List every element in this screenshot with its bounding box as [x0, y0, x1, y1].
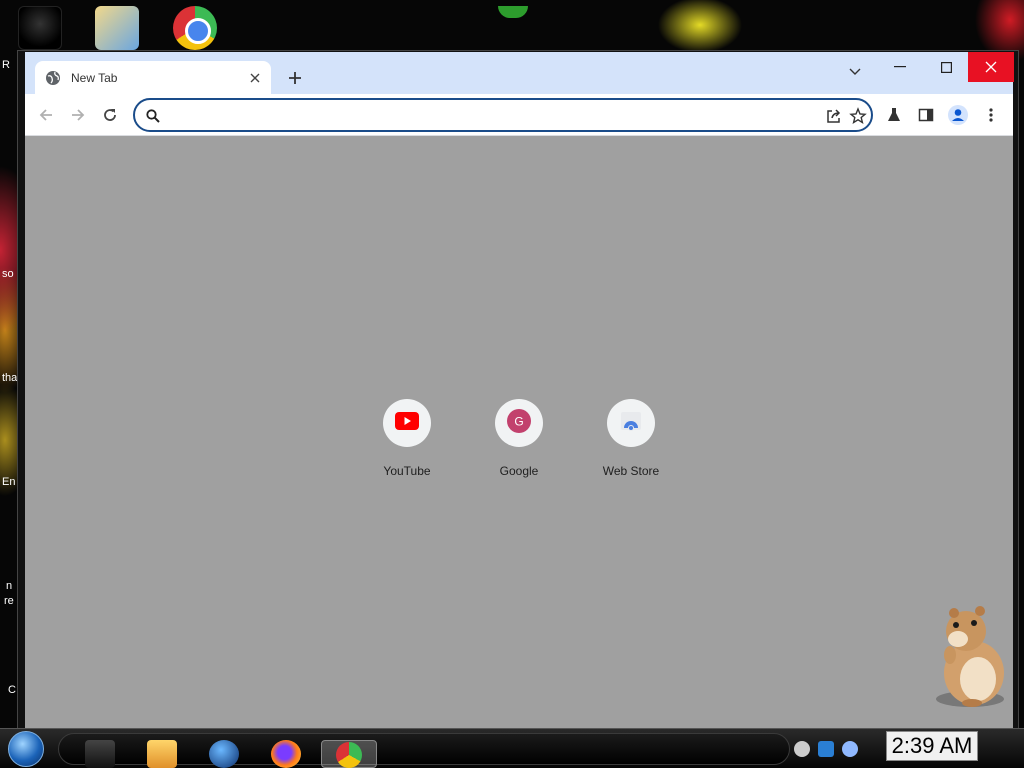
- youtube-icon: [395, 411, 419, 435]
- tab-new-tab[interactable]: New Tab: [35, 61, 271, 95]
- tray-speaker-icon[interactable]: [794, 741, 810, 757]
- tray-app-icon[interactable]: [842, 741, 858, 757]
- chrome-taskbar-icon-active[interactable]: [321, 740, 377, 768]
- new-tab-page: YouTube G Google Web Store: [25, 136, 1013, 730]
- reload-icon[interactable]: [99, 104, 121, 126]
- google-g-icon: G: [507, 408, 531, 438]
- share-icon[interactable]: [825, 107, 843, 125]
- explorer-taskbar-icon[interactable]: [85, 740, 115, 768]
- shortcut-label: YouTube: [383, 464, 431, 478]
- bookmark-star-icon[interactable]: [849, 107, 867, 125]
- desktop-text-fragment: R: [2, 59, 10, 71]
- desktop-text-fragment: En: [2, 476, 16, 488]
- browser-toolbar: [25, 94, 1013, 136]
- start-button[interactable]: [8, 731, 44, 767]
- globe-icon: [45, 70, 61, 86]
- minimize-button[interactable]: [877, 52, 923, 82]
- web-store-icon: [619, 409, 643, 438]
- new-tab-button[interactable]: [283, 66, 307, 90]
- desktop-text-fragment: n: [6, 580, 13, 592]
- top-hat-desktop-icon[interactable]: [18, 6, 62, 50]
- taskbar: 2:39 AM: [0, 728, 1024, 768]
- desktop-text-fragment: so: [2, 268, 14, 280]
- shortcut-tile: [607, 399, 655, 447]
- mail-desktop-icon[interactable]: [95, 6, 139, 50]
- chrome-icon: [336, 742, 362, 768]
- side-panel-icon[interactable]: [915, 104, 937, 126]
- shortcut-label: Google: [499, 464, 539, 478]
- address-bar[interactable]: [133, 98, 873, 132]
- shortcut-web-store[interactable]: Web Store: [575, 399, 687, 483]
- tab-title: New Tab: [71, 71, 118, 85]
- browser-titlebar[interactable]: New Tab: [25, 52, 1014, 95]
- tray-network-icon[interactable]: [818, 741, 834, 757]
- desktop-text-fragment: tha: [2, 372, 18, 384]
- menu-kebab-icon[interactable]: [980, 104, 1002, 126]
- hamster-desktop-pet[interactable]: [928, 603, 1008, 709]
- tab-close-icon[interactable]: [245, 68, 265, 88]
- desktop-text-fragment: re: [4, 595, 14, 607]
- wallpaper-ornament: [498, 6, 528, 18]
- firefox-taskbar-icon[interactable]: [271, 740, 301, 768]
- shortcut-tile: [383, 399, 431, 447]
- labs-flask-icon[interactable]: [883, 104, 905, 126]
- chrome-desktop-icon[interactable]: [173, 6, 217, 50]
- profile-avatar-icon[interactable]: [947, 104, 969, 126]
- shortcut-youtube[interactable]: YouTube: [351, 399, 463, 483]
- shortcut-google[interactable]: G Google: [463, 399, 575, 483]
- shortcut-tile: G: [495, 399, 543, 447]
- taskbar-clock[interactable]: 2:39 AM: [886, 731, 978, 761]
- forward-icon[interactable]: [67, 104, 89, 126]
- back-icon[interactable]: [35, 104, 57, 126]
- close-window-button[interactable]: [968, 52, 1014, 82]
- desktop-text-fragment: C: [8, 684, 16, 696]
- svg-text:G: G: [514, 414, 523, 428]
- media-player-taskbar-icon[interactable]: [147, 740, 177, 768]
- browser-window: New Tab YouTube G Google Web Store: [17, 50, 1019, 730]
- tab-search-button[interactable]: [843, 60, 867, 84]
- maximize-button[interactable]: [923, 52, 969, 82]
- shortcut-label: Web Store: [602, 464, 660, 478]
- taskbar-app-strip: [58, 733, 790, 768]
- search-icon: [145, 108, 161, 124]
- address-input[interactable]: [171, 105, 811, 125]
- globe-taskbar-icon[interactable]: [209, 740, 239, 768]
